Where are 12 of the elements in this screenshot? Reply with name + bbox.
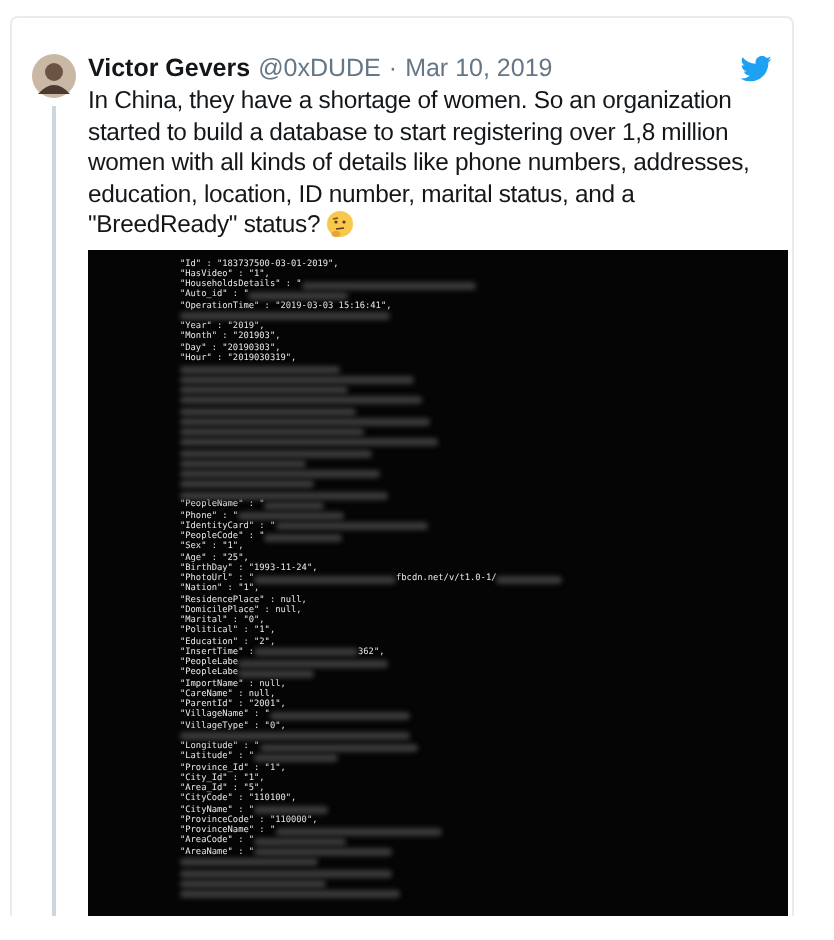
separator: · [388,54,398,82]
thinking-emoji-icon [326,210,355,238]
tweet-date[interactable]: Mar 10, 2019 [405,54,553,82]
avatar[interactable] [32,54,76,98]
tweet-text: In China, they have a shortage of women. So an organization started to build a database to start registering over 1,8 million women with all kinds of details like phone numbers, addresses, education, location, ID number, marital status, and a "BreedReady" status? [88,86,752,241]
redacted-blur [269,711,410,720]
author-name[interactable]: Victor Gevers [88,54,251,82]
redacted-blur [496,575,563,583]
bird-icon[interactable] [740,55,772,81]
redacted-blur [254,806,329,814]
author-handle[interactable]: @0xDUDE [258,54,381,82]
redacted-blur [254,575,397,583]
